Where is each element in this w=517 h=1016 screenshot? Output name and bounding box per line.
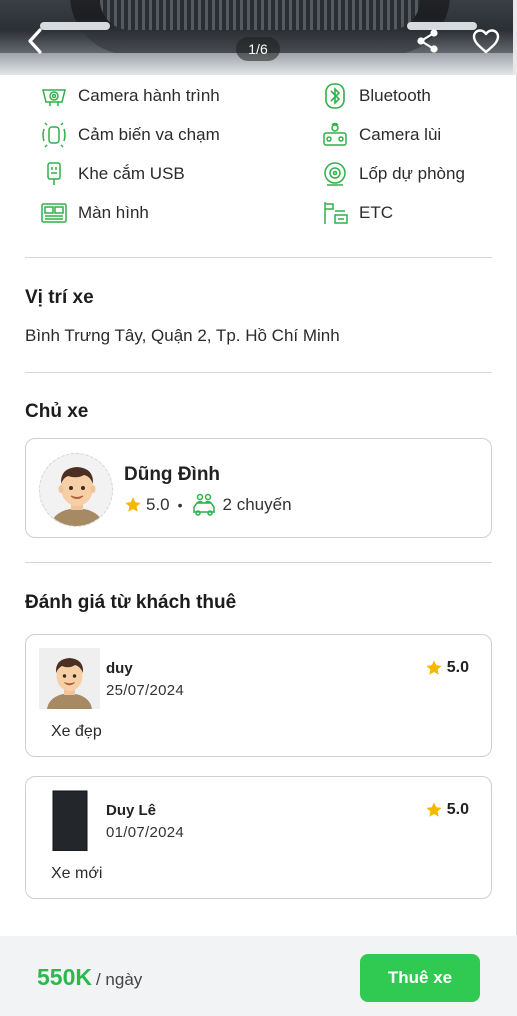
star-icon — [426, 660, 442, 675]
feature-label: Cảm biến va chạm — [78, 125, 220, 144]
avatar — [39, 648, 100, 709]
bluetooth-icon — [321, 82, 349, 110]
feature-label: Màn hình — [78, 203, 149, 222]
separator-dot: • — [177, 497, 183, 513]
share-button[interactable] — [411, 24, 445, 58]
page-edge-strip — [513, 0, 517, 75]
heart-icon — [472, 29, 500, 54]
feature-label: Khe cắm USB — [78, 164, 185, 183]
section-divider — [25, 562, 492, 563]
usb-icon — [40, 160, 68, 188]
feature-item: Cảm biến va chạm — [40, 121, 220, 149]
location-title: Vị trí xe — [25, 287, 94, 308]
feature-item: ETC — [321, 199, 393, 227]
chevron-left-icon — [28, 28, 42, 54]
review-comment: Xe mới — [51, 865, 103, 882]
review-rating: 5.0 — [425, 801, 469, 819]
review-date: 01/07/2024 — [106, 824, 185, 841]
reverse-camera-icon — [321, 121, 349, 149]
price: 550K / ngày — [37, 964, 142, 991]
image-counter: 1/6 — [236, 37, 280, 61]
feature-label: Camera lùi — [359, 125, 442, 144]
feature-item: Bluetooth — [321, 82, 431, 110]
feature-label: ETC — [359, 203, 393, 222]
review-rating-value: 5.0 — [446, 801, 469, 818]
reviewer-name: Duy Lê — [106, 802, 157, 819]
owner-card[interactable]: Dũng Đình 5.0 • 2 chuyến — [25, 438, 492, 538]
feature-label: Lốp dự phòng — [359, 164, 465, 183]
review-card: Duy Lê 01/07/2024 5.0 Xe mới — [25, 776, 492, 899]
etc-icon — [321, 199, 349, 227]
car-grille — [100, 0, 420, 30]
rent-button[interactable]: Thuê xe — [360, 954, 480, 1002]
reviews-title: Đánh giá từ khách thuê — [25, 592, 237, 613]
feature-item: Camera hành trình — [40, 82, 220, 110]
location-address: Bình Trưng Tây, Quận 2, Tp. Hồ Chí Minh — [25, 326, 340, 345]
feature-item: Lốp dự phòng — [321, 160, 465, 188]
owner-rating: 5.0 — [146, 495, 170, 514]
share-icon — [417, 29, 438, 53]
review-rating-value: 5.0 — [446, 659, 469, 676]
avatar — [39, 790, 100, 851]
star-icon — [125, 497, 141, 512]
review-rating: 5.0 — [425, 659, 469, 677]
section-divider — [25, 372, 492, 373]
collision-sensor-icon — [40, 121, 68, 149]
feature-item: Khe cắm USB — [40, 160, 185, 188]
feature-item: Màn hình — [40, 199, 149, 227]
trip-car-icon — [192, 493, 215, 516]
feature-label: Bluetooth — [359, 86, 431, 105]
bottom-bar: 550K / ngày Thuê xe — [0, 936, 517, 1016]
owner-trips: 2 chuyến — [222, 495, 292, 514]
dashcam-icon — [40, 82, 68, 110]
feature-item: Camera lùi — [321, 121, 441, 149]
owner-stats: 5.0 • 2 chuyến — [124, 493, 292, 517]
reviewer-name: duy — [106, 660, 133, 677]
feature-label: Camera hành trình — [78, 86, 220, 105]
back-button[interactable] — [18, 24, 52, 58]
avatar — [39, 453, 113, 527]
review-date: 25/07/2024 — [106, 682, 185, 699]
owner-name: Dũng Đình — [124, 464, 221, 485]
section-divider — [25, 257, 492, 258]
star-icon — [426, 802, 442, 817]
spare-tire-icon — [321, 160, 349, 188]
review-card: duy 25/07/2024 5.0 Xe đẹp — [25, 634, 492, 757]
price-amount: 550K — [37, 964, 92, 990]
screen-icon — [40, 199, 68, 227]
review-comment: Xe đẹp — [51, 723, 102, 740]
owner-title: Chủ xe — [25, 401, 89, 422]
favorite-button[interactable] — [469, 24, 503, 58]
price-unit: / ngày — [95, 970, 143, 989]
